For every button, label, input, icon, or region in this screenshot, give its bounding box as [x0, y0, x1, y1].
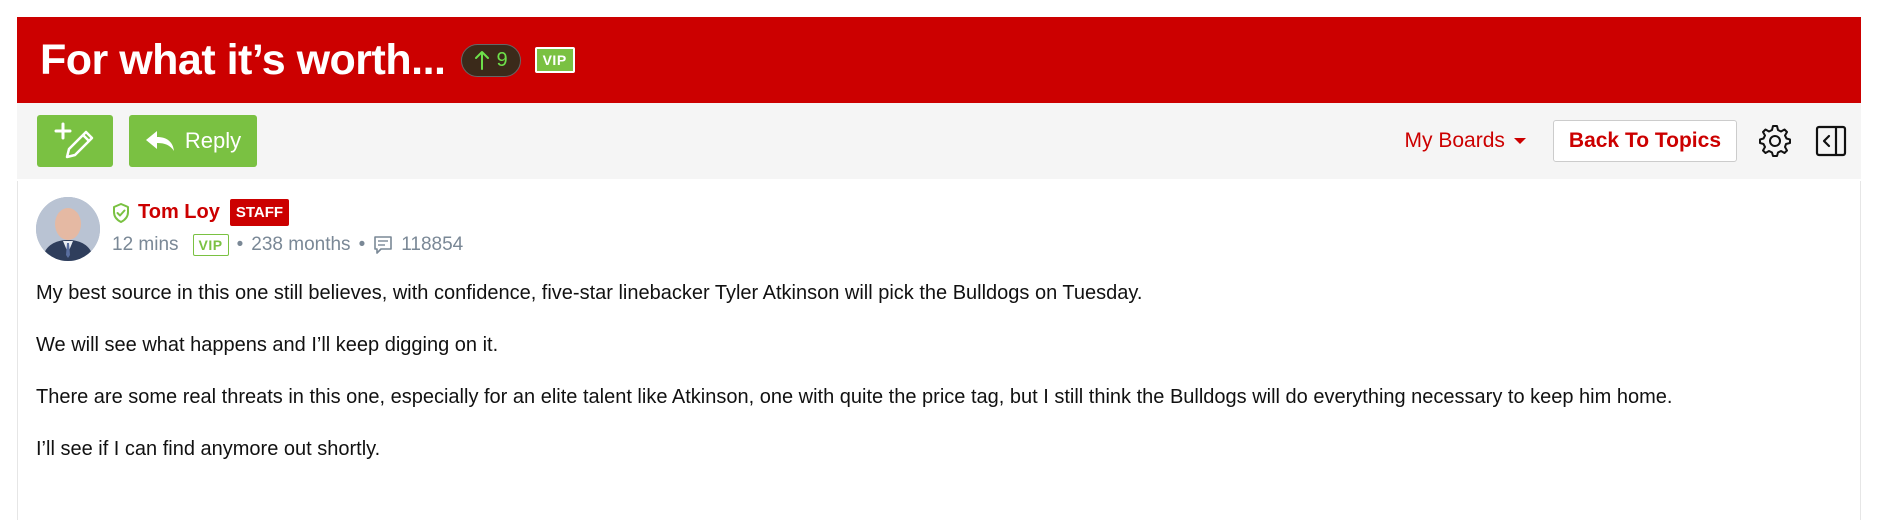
post-paragraph: My best source in this one still believe…	[36, 282, 1143, 304]
pencil-plus-icon	[54, 122, 94, 159]
shield-check-icon	[113, 202, 129, 223]
post-card: Tom Loy STAFF 12 mins VIP • 238 months •…	[17, 181, 1861, 520]
collapse-panel-icon[interactable]	[1815, 125, 1847, 157]
author-row: Tom Loy STAFF	[112, 199, 290, 226]
topic-header: For what it’s worth... 9 VIP	[17, 17, 1861, 103]
post-meta: 12 mins VIP • 238 months • 118854	[112, 234, 463, 256]
my-boards-dropdown[interactable]: My Boards	[1405, 129, 1527, 153]
post-time: 12 mins	[112, 234, 179, 255]
vip-badge: VIP	[534, 47, 575, 73]
reply-label: Reply	[184, 128, 242, 153]
reply-arrow-icon	[145, 131, 174, 151]
upvote-count: 9	[496, 48, 508, 71]
post-paragraph: We will see what happens and I’ll keep d…	[36, 334, 499, 356]
separator-dot: •	[236, 234, 244, 255]
vip-badge-meta: VIP	[192, 234, 229, 256]
author-name-link[interactable]: Tom Loy	[138, 201, 220, 224]
arrow-up-icon	[475, 51, 490, 70]
staff-badge: STAFF	[229, 199, 290, 226]
post-count: 118854	[401, 234, 464, 255]
toolbar-right-group: My Boards Back To Topics	[1405, 103, 1861, 179]
comment-icon	[374, 236, 393, 254]
separator-dot: •	[358, 234, 366, 255]
reply-button[interactable]: Reply	[129, 115, 257, 167]
my-boards-label: My Boards	[1404, 129, 1505, 152]
topic-title: For what it’s worth...	[40, 35, 446, 84]
avatar[interactable]	[36, 197, 100, 261]
new-topic-button[interactable]	[37, 115, 113, 167]
gear-icon[interactable]	[1759, 125, 1791, 157]
post-paragraph: I’ll see if I can find anymore out short…	[36, 438, 381, 460]
post-paragraph: There are some real threats in this one,…	[36, 386, 1673, 408]
caret-down-icon	[1513, 138, 1526, 144]
post-body: My best source in this one still believe…	[36, 275, 1836, 483]
back-to-topics-button[interactable]: Back To Topics	[1552, 120, 1737, 162]
upvote-button[interactable]: 9	[461, 43, 521, 77]
topic-toolbar: Reply My Boards Back To Topics	[17, 103, 1861, 179]
membership-duration: 238 months	[251, 234, 351, 255]
avatar-image	[36, 197, 100, 261]
